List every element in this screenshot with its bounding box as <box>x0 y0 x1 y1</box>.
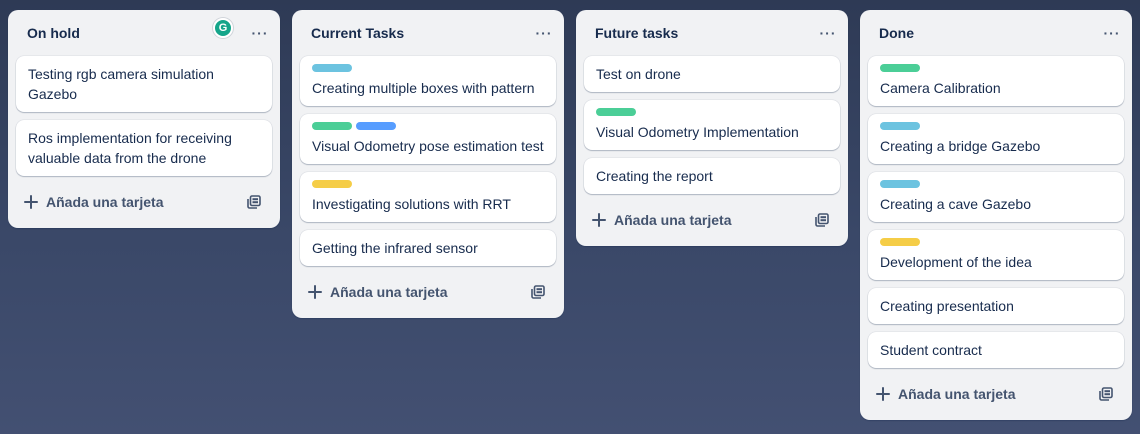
list-title[interactable]: Done <box>879 25 1096 41</box>
card-labels <box>880 238 1112 246</box>
card[interactable]: Creating presentation <box>868 288 1124 324</box>
card-labels <box>312 122 544 130</box>
card[interactable]: Getting the infrared sensor <box>300 230 556 266</box>
add-card-label: Añada una tarjeta <box>898 386 1016 402</box>
card-list: Creating multiple boxes with pattern Vis… <box>300 56 556 266</box>
card-title: Investigating solutions with RRT <box>312 196 511 212</box>
card-list: Test on drone Visual Odometry Implementa… <box>584 56 840 194</box>
plus-icon <box>592 213 606 227</box>
card[interactable]: Test on drone <box>584 56 840 92</box>
label-yellow[interactable] <box>312 180 352 188</box>
card-title: Student contract <box>880 342 982 358</box>
label-sky[interactable] <box>880 180 920 188</box>
grammarly-icon[interactable]: G <box>213 18 233 38</box>
label-sky[interactable] <box>312 64 352 72</box>
add-card-button[interactable]: Añada una tarjeta <box>22 186 240 218</box>
card-title: Creating a cave Gazebo <box>880 196 1031 212</box>
card[interactable]: Student contract <box>868 332 1124 368</box>
card[interactable]: Visual Odometry Implementation <box>584 100 840 150</box>
list-menu-button[interactable]: ··· <box>1096 17 1128 49</box>
card-labels <box>312 64 544 72</box>
board: On hold G ··· Testing rgb camera simulat… <box>0 0 1140 434</box>
card-title: Ros implementation for receiving valuabl… <box>28 130 232 166</box>
card-template-icon[interactable] <box>808 206 836 234</box>
card-title: Development of the idea <box>880 254 1032 270</box>
add-card-label: Añada una tarjeta <box>330 284 448 300</box>
label-sky[interactable] <box>880 122 920 130</box>
card[interactable]: Visual Odometry pose estimation test <box>300 114 556 164</box>
list-footer: Añada una tarjeta <box>584 202 840 238</box>
card-template-icon[interactable] <box>1092 380 1120 408</box>
add-card-label: Añada una tarjeta <box>46 194 164 210</box>
list-title[interactable]: Future tasks <box>595 25 812 41</box>
card-labels <box>880 122 1112 130</box>
list-header: On hold G ··· <box>16 10 272 56</box>
card-title: Creating the report <box>596 168 713 184</box>
label-blue[interactable] <box>356 122 396 130</box>
card[interactable]: Ros implementation for receiving valuabl… <box>16 120 272 176</box>
list-footer: Añada una tarjeta <box>300 274 556 310</box>
card-template-icon[interactable] <box>240 188 268 216</box>
card-labels <box>880 180 1112 188</box>
list-menu-button[interactable]: ··· <box>528 17 560 49</box>
list-header: Done ··· <box>868 10 1124 56</box>
add-card-button[interactable]: Añada una tarjeta <box>874 378 1092 410</box>
card-list: Testing rgb camera simulation Gazebo Ros… <box>16 56 272 176</box>
plus-icon <box>24 195 38 209</box>
list-menu-button[interactable]: ··· <box>244 17 276 49</box>
list-title[interactable]: On hold <box>27 25 244 41</box>
list-footer: Añada una tarjeta <box>16 184 272 220</box>
card-list: Camera Calibration Creating a bridge Gaz… <box>868 56 1124 368</box>
label-yellow[interactable] <box>880 238 920 246</box>
list-footer: Añada una tarjeta <box>868 376 1124 412</box>
add-card-button[interactable]: Añada una tarjeta <box>590 204 808 236</box>
add-card-label: Añada una tarjeta <box>614 212 732 228</box>
list-title[interactable]: Current Tasks <box>311 25 528 41</box>
card[interactable]: Testing rgb camera simulation Gazebo <box>16 56 272 112</box>
list-future-tasks: Future tasks ··· Test on drone Visual Od… <box>576 10 848 246</box>
card-labels <box>596 108 828 116</box>
label-green[interactable] <box>312 122 352 130</box>
card[interactable]: Investigating solutions with RRT <box>300 172 556 222</box>
plus-icon <box>876 387 890 401</box>
card-title: Camera Calibration <box>880 80 1001 96</box>
card[interactable]: Creating a bridge Gazebo <box>868 114 1124 164</box>
list-current-tasks: Current Tasks ··· Creating multiple boxe… <box>292 10 564 318</box>
card[interactable]: Creating the report <box>584 158 840 194</box>
card[interactable]: Development of the idea <box>868 230 1124 280</box>
card-title: Visual Odometry Implementation <box>596 124 799 140</box>
card-title: Creating a bridge Gazebo <box>880 138 1041 154</box>
list-on-hold: On hold G ··· Testing rgb camera simulat… <box>8 10 280 228</box>
list-header: Current Tasks ··· <box>300 10 556 56</box>
card-title: Visual Odometry pose estimation test <box>312 138 544 154</box>
list-done: Done ··· Camera Calibration Creating a b… <box>860 10 1132 420</box>
plus-icon <box>308 285 322 299</box>
card-template-icon[interactable] <box>524 278 552 306</box>
card-title: Testing rgb camera simulation Gazebo <box>28 66 214 102</box>
list-menu-button[interactable]: ··· <box>812 17 844 49</box>
label-green[interactable] <box>880 64 920 72</box>
card-title: Test on drone <box>596 66 681 82</box>
card-title: Getting the infrared sensor <box>312 240 478 256</box>
card-labels <box>312 180 544 188</box>
card[interactable]: Creating a cave Gazebo <box>868 172 1124 222</box>
card-labels <box>880 64 1112 72</box>
card-title: Creating multiple boxes with pattern <box>312 80 535 96</box>
list-header: Future tasks ··· <box>584 10 840 56</box>
label-green[interactable] <box>596 108 636 116</box>
card[interactable]: Creating multiple boxes with pattern <box>300 56 556 106</box>
add-card-button[interactable]: Añada una tarjeta <box>306 276 524 308</box>
card-title: Creating presentation <box>880 298 1014 314</box>
card[interactable]: Camera Calibration <box>868 56 1124 106</box>
